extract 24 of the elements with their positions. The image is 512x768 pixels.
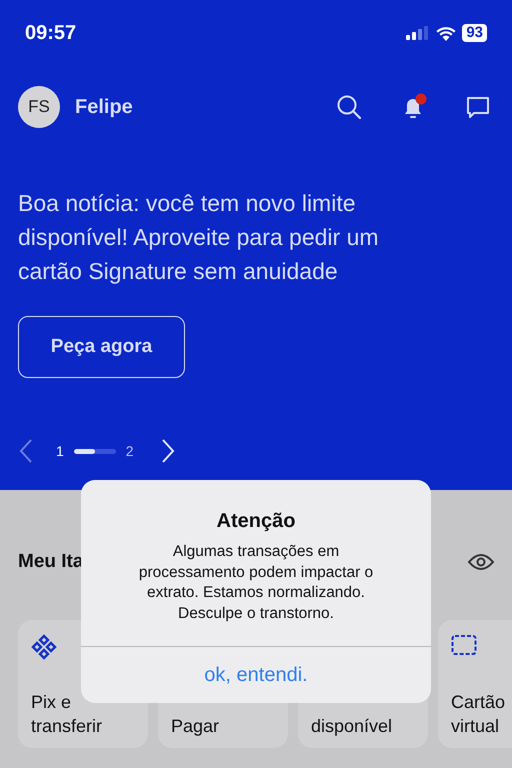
shortcut-card[interactable]: Cartão virtual	[438, 620, 512, 748]
card-icon	[451, 634, 477, 656]
diamond-grid-icon	[31, 634, 57, 660]
shortcut-label: Pagar	[171, 715, 220, 738]
alert-title: Atenção	[216, 509, 296, 534]
user-name: Felipe	[75, 95, 134, 120]
page-number[interactable]: 1	[56, 440, 64, 462]
shortcut-label: virtual	[451, 715, 500, 738]
battery-indicator: 93	[462, 24, 487, 42]
request-button[interactable]: Peça agora	[18, 316, 185, 378]
chat-icon[interactable]	[466, 95, 490, 119]
page-number[interactable]: 2	[126, 440, 134, 462]
shortcut-label: Pix e	[31, 691, 72, 714]
promo-text: Boa notícia: você tem novo limite disponível! Aproveite para pedir um cartão Signature sem anuidade	[18, 189, 380, 286]
shortcut-label: disponível	[311, 715, 394, 738]
shortcut-label: Cartão	[451, 691, 506, 714]
avatar[interactable]: FS	[18, 86, 60, 128]
clock: 09:57	[25, 21, 76, 46]
signal-icon	[406, 26, 430, 40]
eye-icon[interactable]	[468, 553, 494, 571]
shortcut-label: transferir	[31, 715, 104, 738]
search-icon[interactable]	[336, 94, 362, 120]
wifi-icon	[436, 26, 456, 40]
alert-message: Algumas transações em processamento podem impactar o extrato. Estamos normalizando. Desculpe o transtorno.	[138, 542, 374, 624]
